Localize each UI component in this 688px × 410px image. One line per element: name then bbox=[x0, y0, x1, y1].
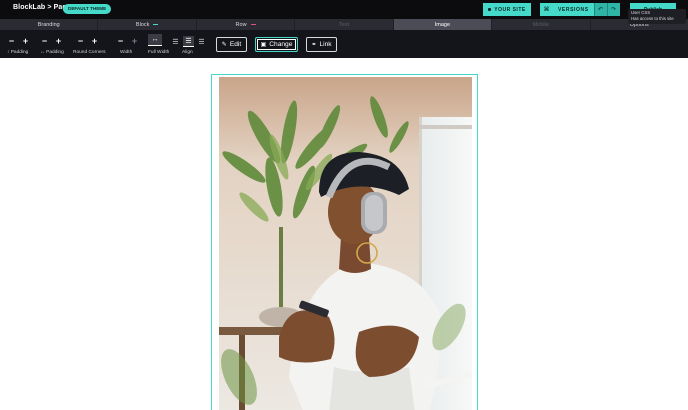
align-right-icon[interactable]: ☰ bbox=[196, 36, 207, 47]
round-corners-label: Round Corners bbox=[73, 50, 106, 55]
align-center-icon[interactable]: ☰ bbox=[183, 36, 194, 47]
horizontal-padding-increase-button[interactable]: + bbox=[54, 37, 63, 46]
tooltip-text: Has access to this site bbox=[631, 16, 674, 21]
link-label: Link bbox=[319, 41, 332, 48]
link-icon: ⚭ bbox=[311, 42, 317, 48]
versions-group: ⌘ VERSIONS ↶ ↷ bbox=[540, 3, 620, 16]
vertical-padding-decrease-button[interactable]: − bbox=[7, 37, 16, 46]
change-label: Change bbox=[269, 41, 293, 48]
change-image-button[interactable]: ▣ Change bbox=[255, 37, 298, 52]
align-left-icon[interactable]: ☰ bbox=[170, 36, 181, 47]
tab-label: Branding bbox=[37, 21, 60, 28]
tab-label: Image bbox=[434, 21, 451, 28]
tab-block[interactable]: Block bbox=[98, 19, 197, 30]
tab-label: Row bbox=[235, 21, 247, 28]
width-decrease-button[interactable]: − bbox=[116, 37, 125, 46]
tab-label: Text bbox=[338, 21, 350, 28]
tab-text[interactable]: Text bbox=[295, 19, 394, 30]
history-icon[interactable]: ⌘ bbox=[540, 3, 553, 16]
image-icon: ▣ bbox=[260, 42, 267, 48]
editor-tabs: Branding Block Row Text Image Mobile Opt… bbox=[0, 19, 688, 30]
pencil-icon: ✎ bbox=[221, 42, 227, 48]
vertical-padding-increase-button[interactable]: + bbox=[21, 37, 30, 46]
selected-image-block[interactable] bbox=[211, 74, 478, 410]
photo-illustration bbox=[219, 77, 472, 410]
your-site-button[interactable]: YOUR SITE bbox=[483, 3, 531, 16]
edit-label: Edit bbox=[229, 41, 242, 48]
full-width-label: Full Width bbox=[148, 50, 170, 55]
user-css-tooltip: User CSS Has access to this site bbox=[628, 9, 686, 24]
redo-icon[interactable]: ↷ bbox=[606, 3, 620, 16]
width-label: Width bbox=[120, 50, 133, 55]
vertical-padding-label: ↕ Padding bbox=[7, 50, 29, 55]
round-corners-increase-button[interactable]: + bbox=[90, 37, 99, 46]
tab-image[interactable]: Image bbox=[393, 19, 493, 30]
edit-image-button[interactable]: ✎ Edit bbox=[216, 37, 247, 52]
image[interactable] bbox=[219, 77, 472, 410]
tab-branding[interactable]: Branding bbox=[0, 19, 99, 30]
tab-label: Mobile bbox=[532, 21, 549, 28]
block-marker-icon bbox=[153, 23, 159, 26]
undo-icon[interactable]: ↶ bbox=[593, 3, 607, 16]
arrows-horizontal-icon[interactable]: ↔ bbox=[148, 34, 162, 46]
page-canvas bbox=[0, 58, 688, 410]
round-corners-decrease-button[interactable]: − bbox=[76, 37, 85, 46]
theme-badge[interactable]: DEFAULT THEME bbox=[63, 4, 112, 14]
image-toolbar: − + ↕ Padding − + ↔ Padding − + Round Co… bbox=[0, 30, 688, 58]
width-increase-button[interactable]: + bbox=[130, 37, 139, 46]
site-icon bbox=[488, 8, 492, 11]
link-image-button[interactable]: ⚭ Link bbox=[306, 37, 337, 52]
row-marker-icon bbox=[250, 23, 256, 26]
tab-row[interactable]: Row bbox=[197, 19, 296, 30]
tab-mobile[interactable]: Mobile bbox=[492, 19, 591, 30]
horizontal-padding-label: ↔ Padding bbox=[40, 50, 64, 55]
your-site-label: YOUR SITE bbox=[494, 6, 526, 13]
tab-label: Block bbox=[135, 21, 150, 28]
horizontal-padding-decrease-button[interactable]: − bbox=[40, 37, 49, 46]
versions-button[interactable]: VERSIONS bbox=[553, 3, 594, 16]
align-label: Align bbox=[182, 50, 193, 55]
top-bar: BlockLab > Page DEFAULT THEME YOUR SITE … bbox=[0, 0, 688, 19]
